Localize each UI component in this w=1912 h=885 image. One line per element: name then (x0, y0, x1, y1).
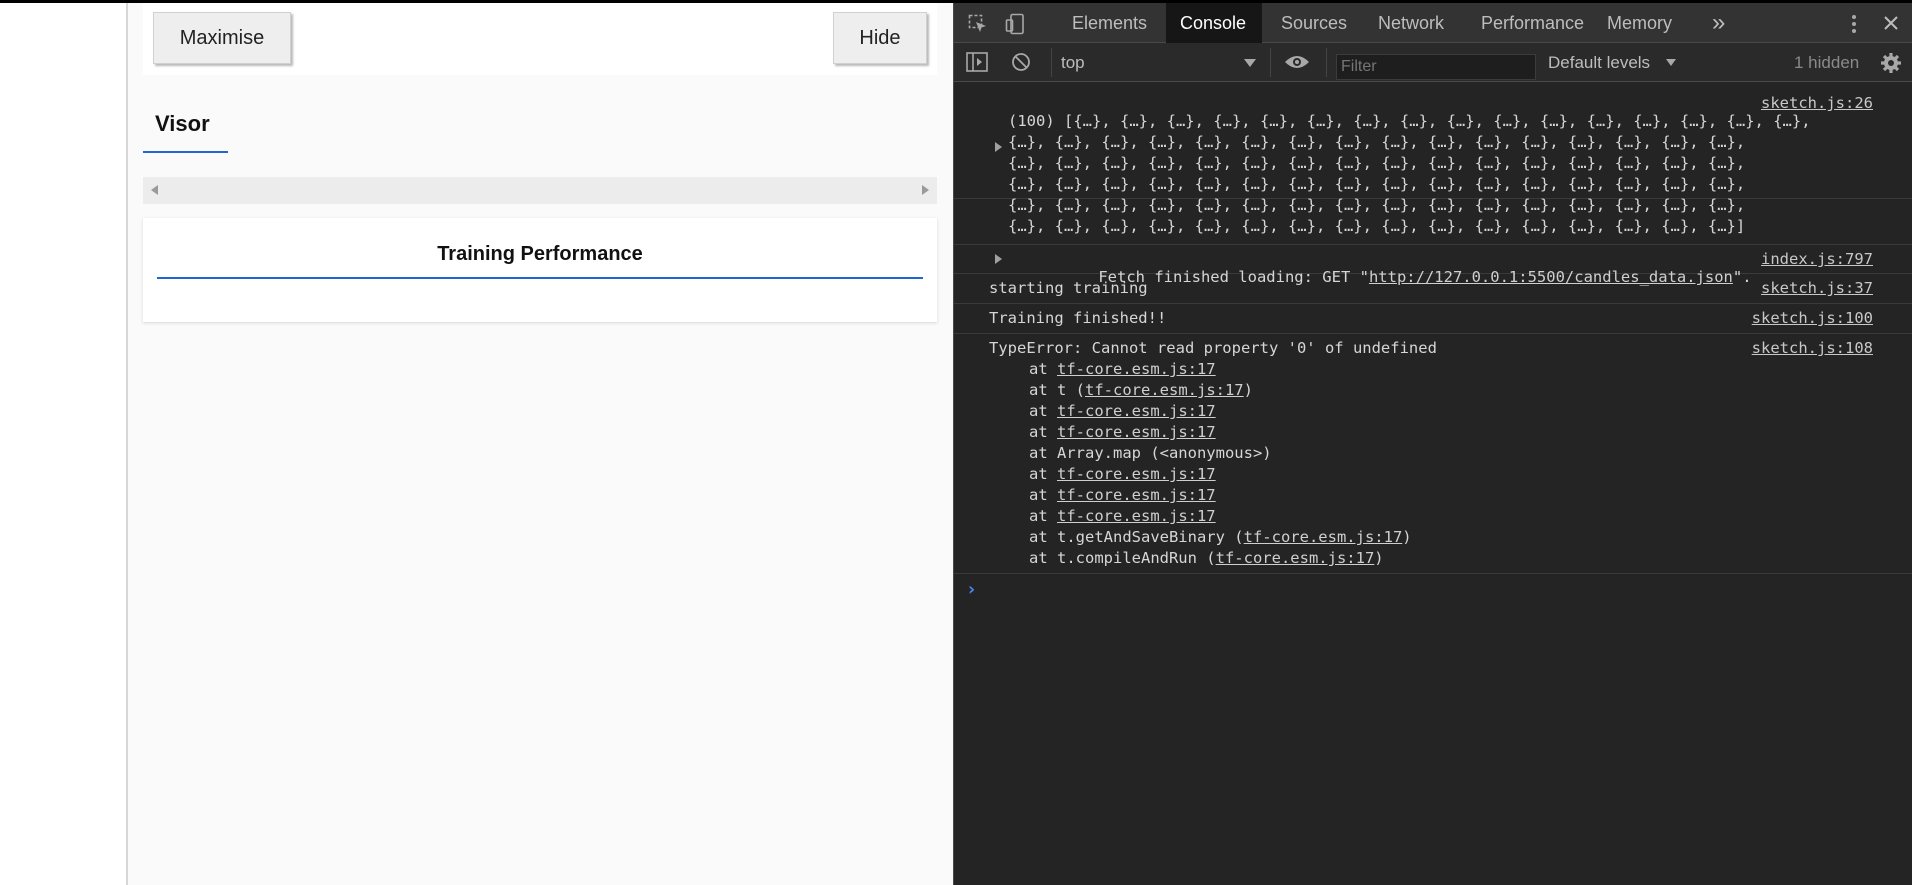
devtools-tabbar: Elements Console Sources Network Perform… (954, 3, 1912, 43)
source-link[interactable]: sketch.js:100 (1752, 309, 1873, 327)
console-prompt-icon: › (966, 579, 977, 600)
console-messages: sketch.js:26 (100) [{…}, {…}, {…}, {…}, … (954, 83, 1912, 885)
stack-frame-link[interactable]: tf-core.esm.js:17 (1057, 402, 1216, 420)
array-preview-line: {…}, {…}, {…}, {…}, {…}, {…}, {…}, {…}, … (1008, 196, 1746, 214)
expand-arrow-icon[interactable] (995, 142, 1002, 152)
console-input[interactable] (984, 577, 1894, 601)
stack-frame-link[interactable]: tf-core.esm.js:17 (1057, 360, 1216, 378)
stack-frame: at tf-core.esm.js:17 (1029, 360, 1216, 378)
tab-console[interactable]: Console (1166, 3, 1262, 43)
console-filter-input[interactable] (1336, 54, 1536, 80)
gear-icon[interactable] (1880, 52, 1902, 74)
source-link[interactable]: sketch.js:108 (1752, 339, 1873, 357)
context-dropdown-icon[interactable] (1244, 59, 1256, 67)
tab-memory[interactable]: Memory (1595, 3, 1685, 43)
live-expression-eye-icon[interactable] (1284, 53, 1310, 71)
tab-elements[interactable]: Elements (1060, 3, 1160, 43)
stack-frame: at t (tf-core.esm.js:17) (1029, 381, 1253, 399)
stack-frame-link[interactable]: tf-core.esm.js:17 (1057, 486, 1216, 504)
stack-frame: at tf-core.esm.js:17 (1029, 507, 1216, 525)
stack-frame: at t.compileAndRun (tf-core.esm.js:17) (1029, 549, 1384, 567)
tab-network[interactable]: Network (1366, 3, 1461, 43)
log-text: Training finished!! (989, 309, 1167, 327)
context-selector[interactable]: top (1061, 53, 1085, 73)
array-preview-line: {…}, {…}, {…}, {…}, {…}, {…}, {…}, {…}, … (1008, 133, 1746, 151)
stack-frame: at Array.map (<anonymous>) (1029, 444, 1272, 462)
scroll-right-icon[interactable] (922, 185, 929, 195)
clear-console-icon[interactable] (1011, 52, 1031, 72)
scroll-left-icon[interactable] (151, 185, 158, 195)
training-performance-card: Training Performance (143, 218, 937, 322)
source-link[interactable]: sketch.js:37 (1761, 279, 1873, 297)
tab-visor[interactable]: Visor (143, 97, 228, 153)
stack-frame-link[interactable]: tf-core.esm.js:17 (1244, 528, 1403, 546)
sidebar-toggle-icon[interactable] (966, 52, 988, 72)
stack-frame: at t.getAndSaveBinary (tf-core.esm.js:17… (1029, 528, 1412, 546)
stack-frame: at tf-core.esm.js:17 (1029, 465, 1216, 483)
array-preview-line: (100) [{…}, {…}, {…}, {…}, {…}, {…}, {…}… (1008, 112, 1811, 130)
blank-page-area (0, 3, 126, 885)
close-icon[interactable] (1883, 15, 1899, 31)
stack-frame-link[interactable]: tf-core.esm.js:17 (1057, 423, 1216, 441)
array-preview-line: {…}, {…}, {…}, {…}, {…}, {…}, {…}, {…}, … (1008, 217, 1746, 235)
stack-frame-link[interactable]: tf-core.esm.js:17 (1216, 549, 1375, 567)
fetch-message: Fetch finished loading: GET "http://127.… (954, 244, 1912, 286)
stack-frame: at tf-core.esm.js:17 (1029, 402, 1216, 420)
toolbar-divider (1051, 48, 1052, 77)
error-text: TypeError: Cannot read property '0' of u… (989, 339, 1437, 357)
array-preview-line: {…}, {…}, {…}, {…}, {…}, {…}, {…}, {…}, … (1008, 175, 1746, 193)
stack-frame-link[interactable]: tf-core.esm.js:17 (1057, 465, 1216, 483)
hidden-count: 1 hidden (1794, 53, 1860, 72)
stack-frame: at tf-core.esm.js:17 (1029, 486, 1216, 504)
visor-header: Maximise Hide (143, 3, 937, 75)
card-title: Training Performance (157, 218, 923, 279)
log-text: starting training (989, 279, 1148, 297)
stack-frame-link[interactable]: tf-core.esm.js:17 (1085, 381, 1244, 399)
log-message: Training finished!! sketch.js:100 (954, 304, 1912, 334)
array-preview-line: {…}, {…}, {…}, {…}, {…}, {…}, {…}, {…}, … (1008, 154, 1746, 172)
stack-frame-link[interactable]: tf-core.esm.js:17 (1057, 507, 1216, 525)
log-message: starting training sketch.js:37 (954, 274, 1912, 304)
expand-arrow-icon[interactable] (995, 254, 1002, 264)
log-array-message: sketch.js:26 (100) [{…}, {…}, {…}, {…}, … (954, 83, 1912, 235)
inspect-element-icon[interactable] (968, 14, 988, 34)
stack-frame: at tf-core.esm.js:17 (1029, 423, 1216, 441)
source-link[interactable]: sketch.js:26 (1761, 94, 1873, 112)
device-toolbar-icon[interactable] (1005, 13, 1025, 35)
toolbar-divider (1326, 48, 1327, 77)
log-levels-dropdown[interactable]: Default levels (1548, 53, 1650, 73)
more-tabs-icon[interactable]: » (1712, 3, 1736, 43)
tfvis-visor: Maximise Hide Visor Training Performance (128, 3, 953, 885)
toolbar-divider (1270, 48, 1271, 77)
tab-scrollbar[interactable] (143, 177, 937, 204)
devtools-panel: Elements Console Sources Network Perform… (953, 3, 1912, 885)
hide-button[interactable]: Hide (833, 12, 927, 64)
kebab-menu-icon[interactable] (1848, 14, 1860, 34)
tab-sources[interactable]: Sources (1268, 3, 1358, 43)
maximise-button[interactable]: Maximise (153, 12, 291, 64)
levels-dropdown-icon[interactable] (1666, 59, 1676, 66)
source-link[interactable]: index.js:797 (1761, 250, 1873, 268)
tab-performance[interactable]: Performance (1469, 3, 1589, 43)
